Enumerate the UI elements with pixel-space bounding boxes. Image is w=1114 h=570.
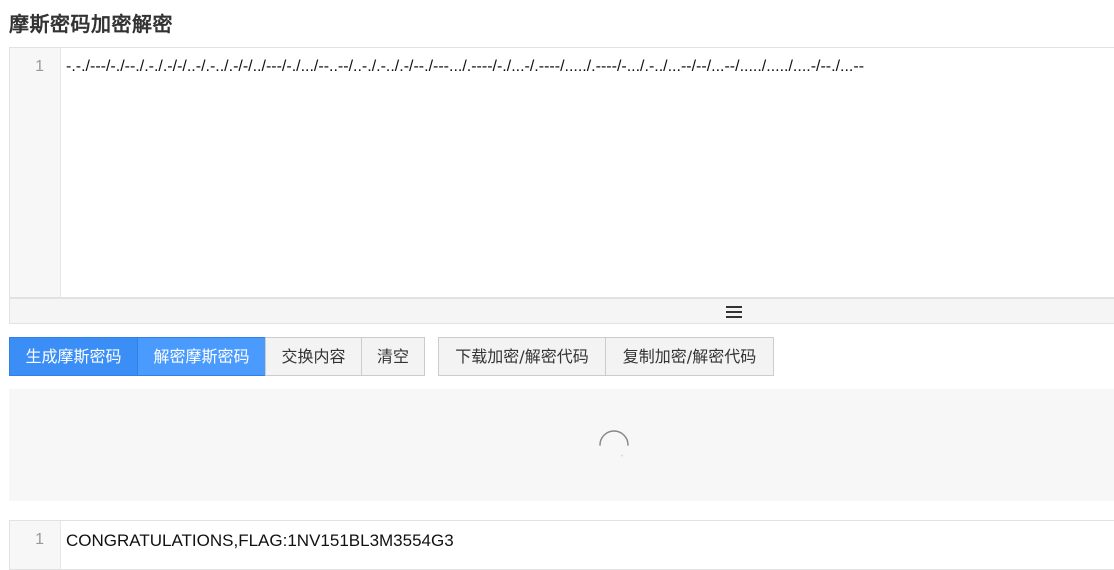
swap-content-button[interactable]: 交换内容 xyxy=(265,337,362,376)
line-number: 1 xyxy=(35,531,44,548)
decoded-output-text[interactable]: CONGRATULATIONS,FLAG:1NV151BL3M3554G3 xyxy=(66,531,1104,551)
morse-input-text[interactable]: -.-./---/-./--./.-./.-/-/..-/.-../.-/-/.… xyxy=(66,58,1104,76)
line-gutter: 1 xyxy=(10,48,61,297)
spinner-icon xyxy=(599,430,629,457)
decode-button[interactable]: 解密摩斯密码 xyxy=(137,337,266,376)
line-gutter: 1 xyxy=(10,521,61,569)
copy-code-button[interactable]: 复制加密/解密代码 xyxy=(605,337,774,376)
download-code-button[interactable]: 下载加密/解密代码 xyxy=(438,337,606,376)
morse-input-editor[interactable]: 1 -.-./---/-./--./.-./.-/-/..-/.-../.-/-… xyxy=(9,47,1114,298)
hamburger-icon[interactable] xyxy=(726,306,742,318)
page-title: 摩斯密码加密解密 xyxy=(9,12,173,36)
line-number: 1 xyxy=(35,58,44,75)
decoded-output-editor[interactable]: 1 CONGRATULATIONS,FLAG:1NV151BL3M3554G3 xyxy=(9,520,1114,570)
encode-button[interactable]: 生成摩斯密码 xyxy=(9,337,138,376)
clear-button[interactable]: 清空 xyxy=(361,337,425,376)
editor-resize-bar[interactable] xyxy=(9,298,1114,324)
loading-panel xyxy=(9,389,1114,501)
